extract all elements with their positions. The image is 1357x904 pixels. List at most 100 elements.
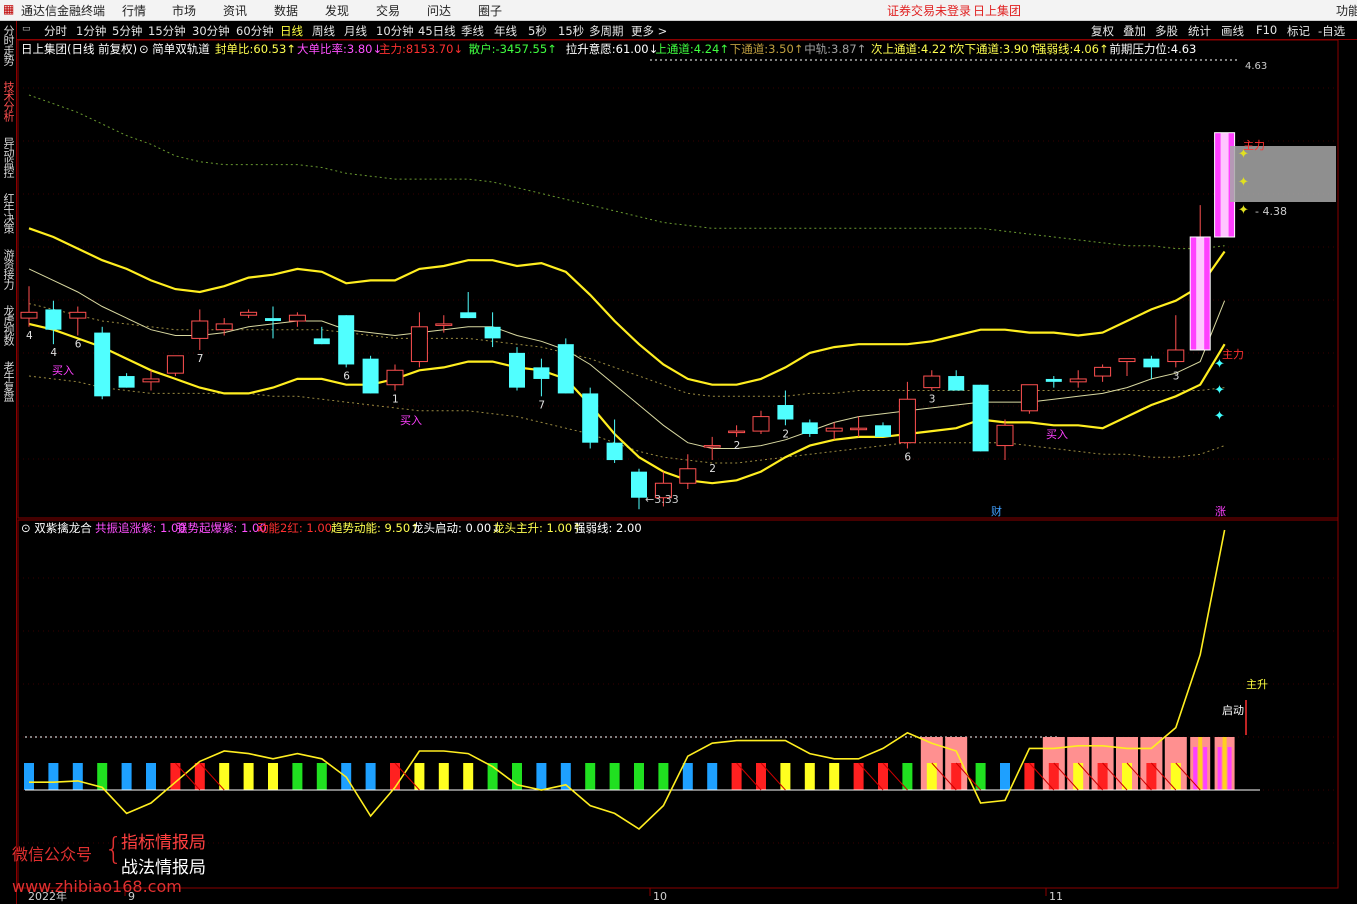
candle-body xyxy=(45,309,62,330)
candle-number-label: 4 xyxy=(26,330,33,342)
watermark-site[interactable]: www.zhibiao168.com xyxy=(12,877,182,896)
chart-area[interactable]: 446761 7222633 ✦✦✦✦✦✦←3.33- 4.384.63买入买入买… xyxy=(0,0,1357,904)
x-axis-month: 11 xyxy=(1049,890,1063,903)
main-indicator-value: 封单比:60.53↑ xyxy=(215,42,296,56)
candle-body xyxy=(1118,358,1136,363)
watermark-line1: 指标情报局 xyxy=(121,833,206,853)
candle-body xyxy=(142,378,160,383)
main-rise-label: 主升 xyxy=(1246,678,1268,691)
candle-body xyxy=(850,427,868,431)
main-chart-frame xyxy=(17,39,1339,519)
candle-body xyxy=(1020,384,1038,412)
signal-bar xyxy=(829,763,840,790)
candle-number-label: 2 xyxy=(734,440,741,452)
main-indicator-value: 中轨:3.87↑ xyxy=(804,42,866,56)
sub-indicator-value: 强弱线: 2.00 xyxy=(574,521,642,535)
candle-body xyxy=(94,332,111,397)
candle-number-label: 7 xyxy=(197,353,204,365)
candle-body-highlight xyxy=(1196,236,1205,350)
candle-number-label: 2 xyxy=(709,463,716,475)
candle-body xyxy=(825,427,843,432)
main-indicator-name: ⊙ 简单双轨道 xyxy=(139,42,210,56)
candle-body xyxy=(582,393,599,443)
butterfly-icon: ✦ xyxy=(1238,175,1249,190)
signal-bar xyxy=(268,763,278,790)
signal-bar-purple xyxy=(1227,747,1232,790)
candle-body xyxy=(679,468,697,484)
signal-bar xyxy=(804,763,815,790)
main-indicator-value: 下通道:3.50↑ xyxy=(730,42,804,56)
main-indicator-value: 前期压力位:4.63 xyxy=(1109,42,1196,56)
candle-number-label: 3 xyxy=(1173,370,1180,382)
rise-marker: 涨 xyxy=(1215,505,1226,518)
candle-body xyxy=(240,311,258,316)
signal-bar xyxy=(658,763,669,790)
candle-body xyxy=(1094,366,1112,377)
sub-indicator-value: 龙头主升: 1.00↑ xyxy=(493,521,582,535)
butterfly-icon: ✦ xyxy=(1214,409,1225,424)
candle-body xyxy=(996,424,1014,447)
candle-body xyxy=(923,375,941,389)
candle-body-highlight xyxy=(1220,132,1229,237)
candle-body xyxy=(703,445,721,448)
signal-bar xyxy=(463,763,474,790)
watermark-wechat: 微信公众号 xyxy=(12,845,93,864)
candle-body xyxy=(972,384,989,452)
signal-bar xyxy=(146,763,156,790)
buy-signal-label: 买入 xyxy=(52,364,74,377)
main-indicator-value: 主力:8153.70↓ xyxy=(379,42,463,56)
signal-bar xyxy=(72,763,83,790)
candle-body xyxy=(728,430,746,434)
sub-indicator-value: 龙头启动: 0.00↓ xyxy=(412,521,501,535)
candle-body xyxy=(752,416,770,432)
main-indicator-value: 次下通道:3.90↑ xyxy=(953,42,1038,56)
butterfly-icon: ✦ xyxy=(1238,203,1249,218)
candle-body xyxy=(20,311,38,319)
candle-body xyxy=(69,311,87,319)
signal-bar-purple xyxy=(1203,747,1208,790)
mid-dotted-line xyxy=(28,303,1225,397)
main-force-label: 主力 xyxy=(1243,139,1265,152)
signal-bar-gold xyxy=(1222,737,1227,790)
candle-body xyxy=(1045,378,1062,382)
signal-bar xyxy=(48,763,59,790)
candle-body xyxy=(288,314,306,322)
main-force-label: 主力 xyxy=(1222,348,1244,361)
candle-body xyxy=(118,376,135,388)
candle-body xyxy=(606,442,623,461)
signal-bar xyxy=(585,763,596,790)
signal-bar xyxy=(634,763,644,790)
signal-bar xyxy=(121,763,132,790)
candle-number-label: 3 xyxy=(929,394,936,406)
x-axis-month: 10 xyxy=(653,890,667,903)
candle-body xyxy=(313,338,330,345)
candle-body xyxy=(338,315,355,365)
candle-body xyxy=(1069,378,1087,383)
sub-indicator-name: ⊙ 双紫擒龙合 xyxy=(21,521,92,535)
sub-chart-frame xyxy=(17,519,1339,889)
sub-indicator-value: 共振追涨紫: 1.00 xyxy=(95,521,186,535)
signal-bar-purple xyxy=(1217,747,1222,790)
candle-body xyxy=(801,422,818,434)
signal-bar xyxy=(243,763,254,790)
candle-body xyxy=(509,352,525,388)
candle-body xyxy=(533,367,550,379)
candle-body xyxy=(948,376,965,391)
candle-body xyxy=(362,358,379,394)
candle-body xyxy=(460,312,477,319)
upper-channel-line xyxy=(28,227,1226,386)
signal-bar xyxy=(707,763,718,790)
candle-number-label: 1 xyxy=(392,394,399,406)
main-stock-title: 日上集团(日线 前复权) xyxy=(21,42,137,56)
signal-bar xyxy=(536,763,547,790)
candle-number-label: 7 xyxy=(538,399,545,411)
candle-number-label: 6 xyxy=(75,338,82,350)
sub-indicator-value: 动能2红: 1.00 xyxy=(257,521,332,535)
candle-body xyxy=(265,318,281,322)
signal-bar xyxy=(609,763,620,790)
upper-dotted-line xyxy=(28,94,1225,250)
buy-signal-label: 买入 xyxy=(400,414,422,427)
butterfly-icon: ✦ xyxy=(1214,383,1225,398)
mid-line xyxy=(28,268,1226,449)
candle-body xyxy=(557,344,574,394)
